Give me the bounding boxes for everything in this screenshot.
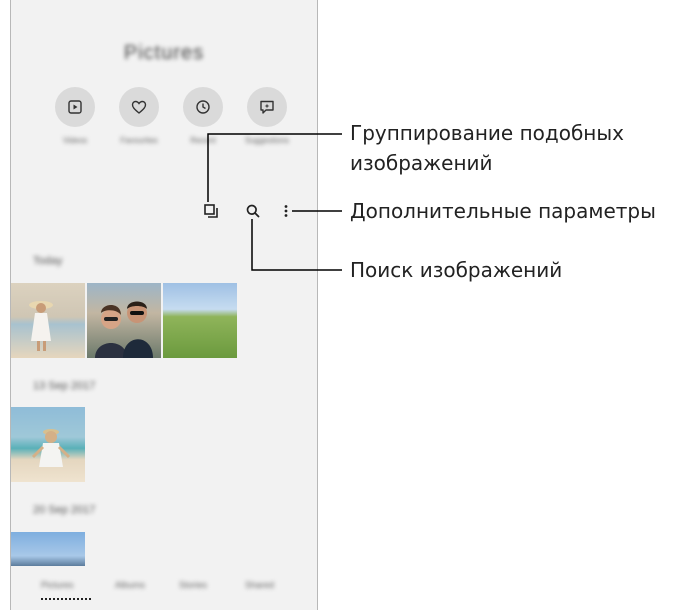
more-options-button[interactable] [276, 201, 296, 221]
sparkle-chat-icon [260, 100, 274, 114]
suggestions-button[interactable] [247, 87, 287, 127]
callout-search: Поиск изображений [350, 258, 563, 282]
recent-label: Recent [190, 136, 216, 145]
tab-pictures[interactable]: Pictures [41, 580, 74, 590]
photo-thumbnail-green-field[interactable] [163, 283, 237, 358]
tab-albums[interactable]: Albums [115, 580, 145, 590]
play-icon [68, 100, 82, 114]
tab-stories[interactable]: Stories [179, 580, 207, 590]
section-label-date-1: 13 Sep 2017 [33, 380, 96, 392]
photo-thumbnail-couple-selfie[interactable] [87, 283, 161, 358]
callout-group-similar: Группирование подобных изображений [350, 118, 624, 178]
videos-label: Videos [62, 136, 88, 145]
heart-icon [131, 100, 147, 114]
recent-button[interactable] [183, 87, 223, 127]
section-label-today: Today [33, 255, 63, 267]
app-title: Pictures [123, 42, 205, 64]
group-similar-button[interactable] [201, 201, 221, 221]
clock-icon [196, 100, 210, 114]
callout-group-line1: Группирование подобных [350, 121, 625, 145]
favourites-label: Favourites [120, 136, 158, 145]
tab-shared[interactable]: Shared [245, 580, 274, 590]
tab-indicator [41, 598, 91, 600]
suggestions-label: Suggestions [244, 136, 290, 145]
callout-group-line2: изображений [350, 151, 493, 175]
search-button[interactable] [243, 201, 263, 221]
photo-thumbnail-beach-girl[interactable] [11, 407, 85, 482]
more-vertical-icon [284, 205, 288, 217]
phone-screen: Pictures Videos Favourites Recent Sugges… [10, 0, 318, 610]
group-similar-icon [204, 204, 218, 218]
photo-thumbnail-beach-hat[interactable] [11, 283, 85, 358]
search-icon [246, 204, 260, 218]
photo-thumbnail-sky[interactable] [11, 532, 85, 566]
favourites-button[interactable] [119, 87, 159, 127]
section-label-date-2: 20 Sep 2017 [33, 504, 96, 516]
callout-more-options: Дополнительные параметры [350, 199, 656, 223]
videos-button[interactable] [55, 87, 95, 127]
